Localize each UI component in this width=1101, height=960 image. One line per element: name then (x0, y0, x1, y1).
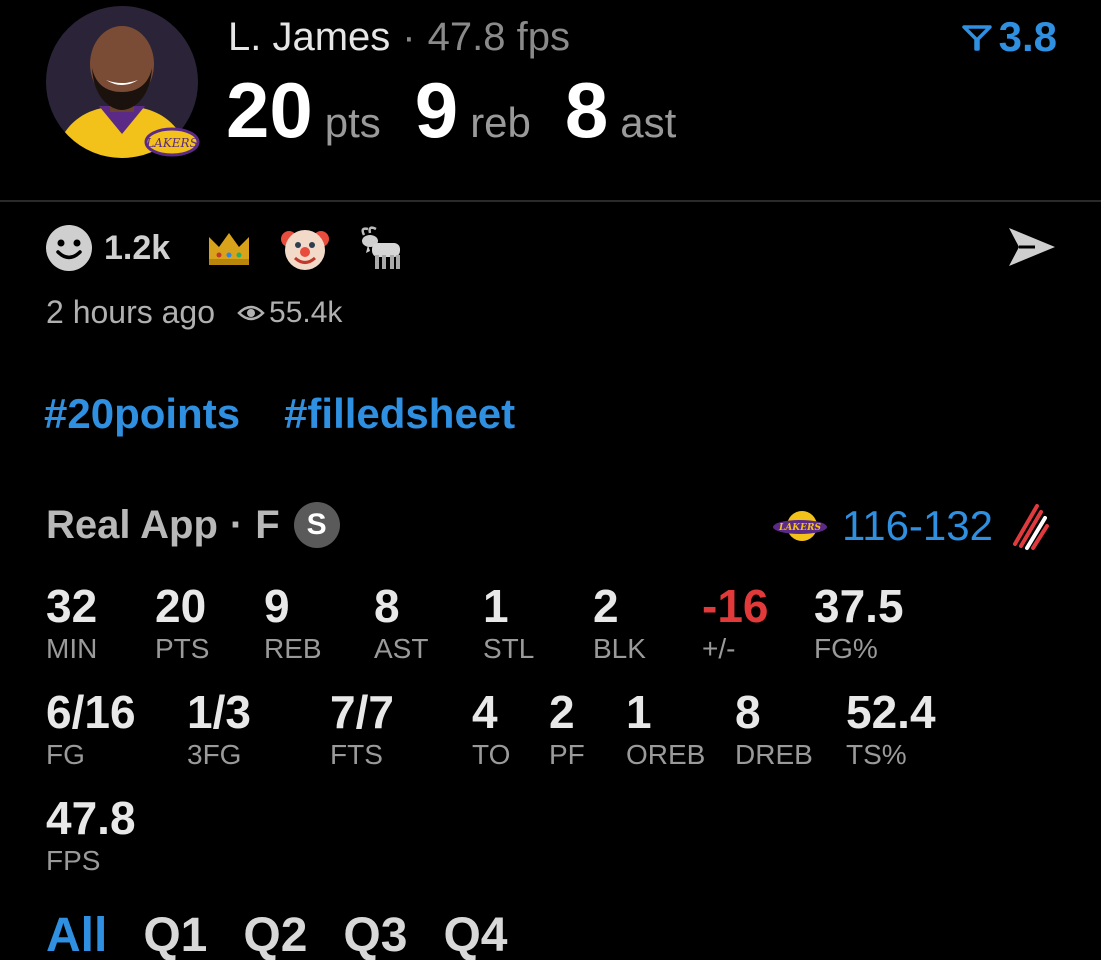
stat-value: 4 (472, 686, 498, 738)
game-source-line: Real App · F S (46, 502, 340, 548)
stat-fts: 7/7 FTS (330, 686, 394, 770)
stat-value: 1/3 (187, 686, 251, 738)
stat-value: 9 (264, 580, 290, 632)
separator-dot: · (402, 15, 416, 59)
reactions-bar: 1.2k (44, 222, 432, 274)
lakers-logo-icon: LAKERS (772, 511, 827, 541)
stat-label: FG% (814, 633, 878, 664)
stat-value: 1 (483, 580, 509, 632)
tab-q1[interactable]: Q1 (143, 906, 207, 960)
stat-ast: 8 AST (374, 580, 428, 664)
view-count: 55.4k (269, 295, 343, 329)
quarter-tabs: All Q1 Q2 Q3 Q4 (46, 906, 543, 960)
eye-icon (237, 305, 265, 320)
stat-label: PF (549, 739, 585, 770)
post-meta: 2 hours ago 55.4k (46, 294, 342, 331)
stat-value: 2 (549, 686, 575, 738)
headline-reb-unit: reb (470, 99, 531, 146)
stat-value: 1 (626, 686, 652, 738)
stat-ts-pct: 52.4 TS% (846, 686, 936, 770)
stat-label: 3FG (187, 739, 242, 770)
stat-label: +/- (702, 633, 736, 664)
player-avatar[interactable]: LAKERS (44, 6, 204, 158)
stat-oreb: 1 OREB (626, 686, 705, 770)
headline-ast-unit: ast (620, 99, 677, 146)
stat-label: TO (472, 739, 511, 770)
hashtag-link[interactable]: #20points (44, 390, 240, 438)
stat-label: MIN (46, 633, 98, 664)
tab-q2[interactable]: Q2 (243, 906, 307, 960)
fps-text: 47.8 fps (427, 15, 570, 59)
stat-fg: 6/16 FG (46, 686, 136, 770)
score-text: 116-132 (841, 502, 993, 549)
stat-label: DREB (735, 739, 813, 770)
stat-min: 32 MIN (46, 580, 97, 664)
game-score[interactable]: LAKERS 116-132 (772, 500, 1051, 552)
hashtag-link[interactable]: #filledsheet (284, 390, 515, 438)
stat-3fg: 1/3 3FG (187, 686, 251, 770)
stat-label: FPS (46, 845, 101, 876)
share-send-icon[interactable] (1005, 222, 1059, 272)
funnel-icon (961, 25, 992, 51)
stat-pts: 20 PTS (155, 580, 209, 664)
headline-pts-unit: pts (324, 99, 381, 146)
stat-label: BLK (593, 633, 646, 664)
stat-value: 37.5 (814, 580, 904, 632)
stat-value: 47.8 (46, 792, 136, 844)
stat-label: TS% (846, 739, 907, 770)
tab-q3[interactable]: Q3 (343, 906, 407, 960)
headline-ast-value: 8 (564, 66, 609, 154)
player-name[interactable]: L. James (228, 15, 390, 59)
clown-emoji-icon[interactable] (280, 223, 330, 273)
stat-value: 8 (374, 580, 400, 632)
player-header-line: L. James · 47.8 fps (228, 14, 570, 60)
tab-all[interactable]: All (46, 906, 107, 960)
tab-q4[interactable]: Q4 (443, 906, 507, 960)
svg-text:LAKERS: LAKERS (145, 136, 198, 150)
headline-pts-value: 20 (226, 66, 313, 154)
stat-value: 32 (46, 580, 98, 632)
headline-reb-value: 9 (414, 66, 459, 154)
separator-dot: · (229, 502, 244, 547)
stat-plus-minus: -16 +/- (702, 580, 768, 664)
stat-label: AST (374, 633, 429, 664)
game-source: Real App (46, 502, 218, 547)
stat-label: PTS (155, 633, 210, 664)
stat-value: 52.4 (846, 686, 936, 738)
stat-value: 8 (735, 686, 761, 738)
stat-label: STL (483, 633, 535, 664)
stat-label: REB (264, 633, 322, 664)
player-position: F (255, 502, 280, 547)
rating-value: 3.8 (998, 13, 1057, 60)
crown-emoji-icon[interactable] (204, 223, 254, 273)
stat-value: -16 (702, 580, 769, 632)
svg-text:LAKERS: LAKERS (778, 523, 821, 533)
stat-value: 7/7 (330, 686, 394, 738)
section-divider (0, 200, 1101, 202)
stat-value: 2 (593, 580, 619, 632)
blazers-logo-icon (1013, 504, 1049, 550)
reaction-count: 1.2k (104, 228, 171, 267)
starter-badge: S (293, 502, 340, 548)
headline-stats: 20 pts 9 reb 8 ast (226, 66, 710, 156)
stat-reb: 9 REB (264, 580, 322, 664)
stat-stl: 1 STL (483, 580, 534, 664)
stat-value: 20 (155, 580, 207, 632)
goat-emoji-icon[interactable] (356, 223, 406, 273)
stat-pf: 2 PF (549, 686, 585, 770)
smile-reaction-icon[interactable] (44, 223, 94, 273)
time-ago: 2 hours ago (46, 294, 216, 330)
stat-to: 4 TO (472, 686, 510, 770)
stat-label: OREB (626, 739, 706, 770)
hashtag-list: #20points #filledsheet (44, 390, 559, 438)
rating-badge[interactable]: 3.8 (961, 14, 1057, 60)
stat-blk: 2 BLK (593, 580, 646, 664)
stat-fg-pct: 37.5 FG% (814, 580, 904, 664)
stat-label: FG (46, 739, 85, 770)
stat-dreb: 8 DREB (735, 686, 813, 770)
stat-label: FTS (330, 739, 383, 770)
stat-fps: 47.8 FPS (46, 792, 136, 876)
stat-value: 6/16 (46, 686, 136, 738)
